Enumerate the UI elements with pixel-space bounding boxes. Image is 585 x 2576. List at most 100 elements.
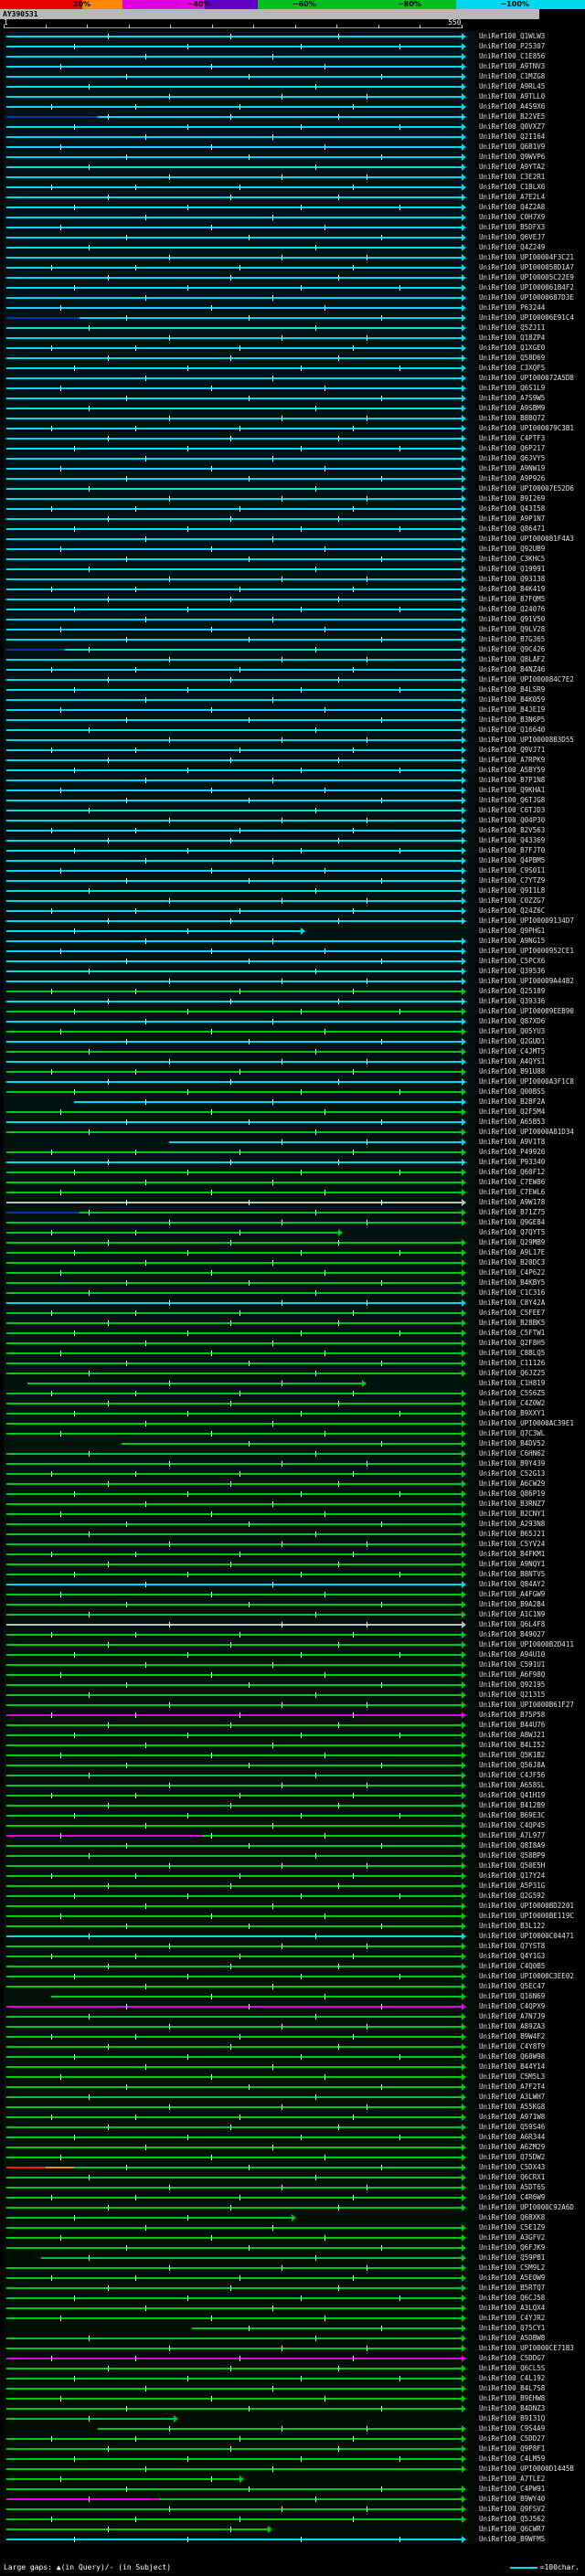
- hit-bar[interactable]: [5, 1543, 462, 1545]
- alignment-row[interactable]: UniRef100_C1H819: [0, 1378, 585, 1388]
- hit-label[interactable]: UniRef100_B91U88: [479, 1067, 545, 1076]
- hit-bar[interactable]: [5, 257, 462, 259]
- alignment-row[interactable]: UniRef100_B69E3C: [0, 1810, 585, 1820]
- hit-label[interactable]: UniRef100_C6HN62: [479, 1449, 545, 1458]
- hit-bar[interactable]: [5, 991, 462, 992]
- hit-label[interactable]: UniRef100_A9YTA2: [479, 163, 545, 171]
- hit-label[interactable]: UniRef100_Q5J562: [479, 2515, 545, 2523]
- alignment-row[interactable]: UniRef100_C5PCX6: [0, 956, 585, 966]
- alignment-row[interactable]: UniRef100_UPI0000CE71B3: [0, 2343, 585, 2353]
- hit-bar[interactable]: [50, 1996, 462, 1998]
- hit-bar[interactable]: [159, 2498, 462, 2500]
- hit-bar[interactable]: [5, 1463, 462, 1465]
- alignment-row[interactable]: UniRef100_B3N6P5: [0, 715, 585, 725]
- alignment-row[interactable]: UniRef100_A9W178: [0, 1197, 585, 1207]
- alignment-row[interactable]: UniRef100_Q39336: [0, 996, 585, 1006]
- alignment-row[interactable]: UniRef100_UPI00009EEB90: [0, 1006, 585, 1016]
- hit-label[interactable]: UniRef100_UPI00005C22E9: [479, 273, 574, 281]
- hit-label[interactable]: UniRef100_A5DT6S: [479, 2183, 545, 2191]
- hit-label[interactable]: UniRef100_B3N6P5: [479, 716, 545, 724]
- hit-label[interactable]: UniRef100_C5S6Z5: [479, 1389, 545, 1397]
- hit-label[interactable]: UniRef100_C9S4A9: [479, 2424, 545, 2433]
- hit-label[interactable]: UniRef100_Q43I58: [479, 504, 545, 513]
- alignment-row[interactable]: UniRef100_C4Q0B5: [0, 1961, 585, 1971]
- hit-bar[interactable]: [5, 2498, 160, 2500]
- alignment-row[interactable]: UniRef100_Q5ZJ11: [0, 323, 585, 333]
- alignment-row[interactable]: UniRef100_Q9I1L8: [0, 885, 585, 896]
- hit-label[interactable]: UniRef100_A3LQX4: [479, 2304, 545, 2312]
- hit-bar[interactable]: [5, 1674, 462, 1676]
- hit-label[interactable]: UniRef100_Q56J8A: [479, 1761, 545, 1769]
- hit-bar[interactable]: [5, 1041, 462, 1043]
- alignment-row[interactable]: UniRef100_A9P926: [0, 473, 585, 483]
- hit-bar[interactable]: [5, 599, 462, 600]
- alignment-row[interactable]: UniRef100_Q86471: [0, 524, 585, 534]
- alignment-row[interactable]: UniRef100_Q6VEJ7: [0, 232, 585, 242]
- alignment-row[interactable]: UniRef100_A7TLE2: [0, 2474, 585, 2484]
- hit-bar[interactable]: [5, 2177, 462, 2178]
- hit-bar[interactable]: [5, 970, 462, 972]
- hit-bar[interactable]: [5, 2247, 462, 2249]
- alignment-row[interactable]: UniRef100_A7F2T4: [0, 2082, 585, 2092]
- hit-label[interactable]: UniRef100_B9Y439: [479, 1459, 545, 1468]
- alignment-row[interactable]: UniRef100_UPI0000C04471: [0, 1931, 585, 1941]
- hit-bar[interactable]: [5, 1594, 462, 1595]
- alignment-row[interactable]: UniRef100_B9I31Q: [0, 2413, 585, 2423]
- alignment-row[interactable]: UniRef100_B44U76: [0, 1720, 585, 1730]
- alignment-row[interactable]: UniRef100_Q04P30: [0, 815, 585, 825]
- hit-label[interactable]: UniRef100_A9V1T8: [479, 1138, 545, 1146]
- hit-bar[interactable]: [5, 2518, 462, 2520]
- alignment-row[interactable]: UniRef100_C4YJR2: [0, 2313, 585, 2323]
- hit-label[interactable]: UniRef100_C1E856: [479, 52, 545, 60]
- hit-bar[interactable]: [5, 1694, 462, 1696]
- hit-label[interactable]: UniRef100_UPI00007E52D6: [479, 484, 574, 493]
- hit-bar[interactable]: [5, 1292, 462, 1294]
- hit-label[interactable]: UniRef100_Q59PB1: [479, 2253, 545, 2262]
- hit-bar[interactable]: [5, 779, 462, 781]
- alignment-row[interactable]: UniRef100_B9Y439: [0, 1458, 585, 1468]
- hit-label[interactable]: UniRef100_Q05YU3: [479, 1027, 545, 1035]
- hit-label[interactable]: UniRef100_UPI0000A81D34: [479, 1128, 574, 1136]
- hit-bar[interactable]: [5, 659, 462, 661]
- hit-label[interactable]: UniRef100_B28BK5: [479, 1319, 545, 1327]
- hit-label[interactable]: UniRef100_Q9P8F1: [479, 2444, 545, 2453]
- hit-label[interactable]: UniRef100_UPI0000CE71B3: [479, 2344, 574, 2352]
- alignment-row[interactable]: UniRef100_B9WY40: [0, 2494, 585, 2504]
- hit-bar[interactable]: [5, 2116, 462, 2118]
- alignment-row[interactable]: UniRef100_C4QPX9: [0, 2001, 585, 2011]
- hit-label[interactable]: UniRef100_UPI0000BD2201: [479, 1902, 574, 1910]
- hit-label[interactable]: UniRef100_A3GFV2: [479, 2233, 545, 2242]
- hit-label[interactable]: UniRef100_A293N8: [479, 1520, 545, 1528]
- hit-label[interactable]: UniRef100_Q4PBM5: [479, 856, 545, 864]
- hit-bar[interactable]: [5, 106, 462, 108]
- hit-bar[interactable]: [5, 277, 462, 279]
- hit-bar[interactable]: [5, 398, 462, 399]
- alignment-row[interactable]: UniRef100_Q9C426: [0, 644, 585, 654]
- alignment-row[interactable]: UniRef100_UPI000084C7E2: [0, 674, 585, 684]
- alignment-row[interactable]: UniRef100_Q68W98: [0, 2051, 585, 2062]
- alignment-row[interactable]: UniRef100_B7G365: [0, 634, 585, 644]
- hit-label[interactable]: UniRef100_C3XQF5: [479, 364, 545, 372]
- hit-label[interactable]: UniRef100_B4NZ46: [479, 665, 545, 673]
- alignment-row[interactable]: UniRef100_C5YV24: [0, 1539, 585, 1549]
- alignment-row[interactable]: UniRef100_Q1WLW3: [0, 31, 585, 41]
- alignment-row[interactable]: UniRef100_C3XQF5: [0, 363, 585, 373]
- hit-bar[interactable]: [5, 1232, 339, 1234]
- hit-label[interactable]: UniRef100_Q84AY2: [479, 1580, 545, 1588]
- hit-bar[interactable]: [5, 719, 462, 721]
- hit-bar[interactable]: [5, 1503, 462, 1505]
- alignment-row[interactable]: UniRef100_UPI000079C3B1: [0, 423, 585, 433]
- alignment-row[interactable]: UniRef100_C1E856: [0, 51, 585, 61]
- hit-bar[interactable]: [27, 1383, 363, 1384]
- hit-label[interactable]: UniRef100_Q17Y24: [479, 1871, 545, 1880]
- alignment-row[interactable]: UniRef100_C5FEE7: [0, 1308, 585, 1318]
- hit-bar[interactable]: [5, 1604, 462, 1606]
- alignment-row[interactable]: UniRef100_Q24Z6C: [0, 906, 585, 916]
- alignment-row[interactable]: UniRef100_UPI0000B2D411: [0, 1639, 585, 1649]
- hit-label[interactable]: UniRef100_B69E3C: [479, 1811, 545, 1819]
- alignment-row[interactable]: UniRef100_B8NTV5: [0, 1569, 585, 1579]
- hit-label[interactable]: UniRef100_C3KHC5: [479, 555, 545, 563]
- hit-bar[interactable]: [5, 488, 462, 490]
- alignment-row[interactable]: UniRef100_B20DC3: [0, 1257, 585, 1267]
- hit-bar[interactable]: [5, 1272, 462, 1274]
